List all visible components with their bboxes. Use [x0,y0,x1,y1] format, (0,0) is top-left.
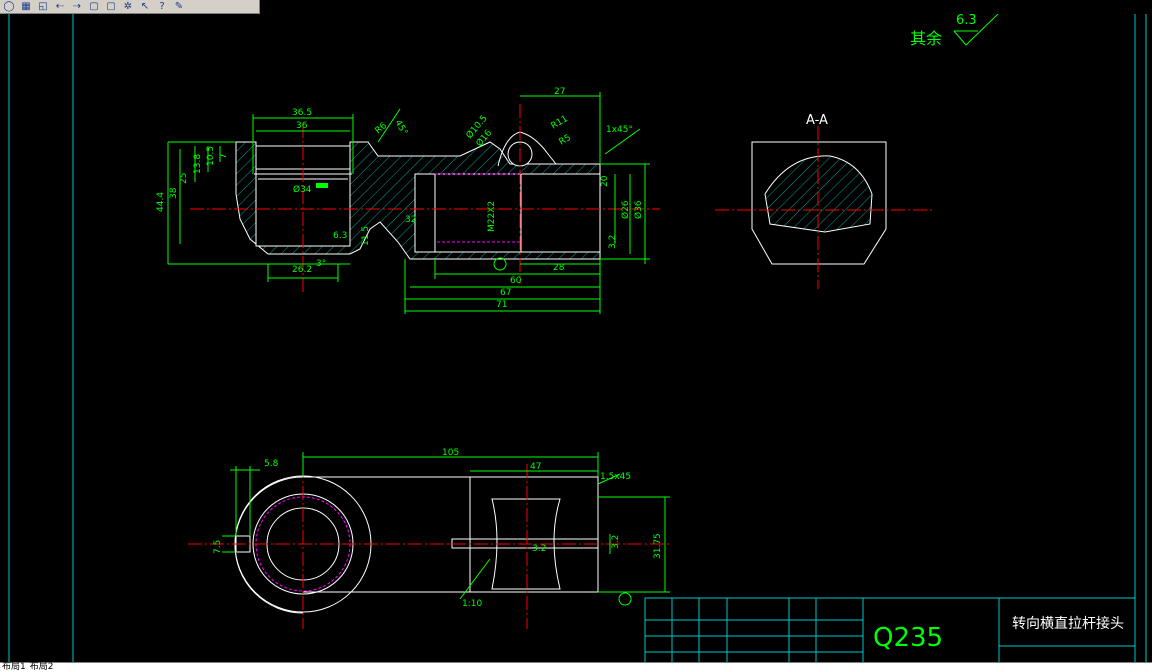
dim-d26: Ø26 [620,200,631,219]
window-icon[interactable]: ▢ [87,1,101,13]
dim-d34: Ø34 [293,184,312,195]
dim-28: 28 [553,263,565,273]
pan-right-icon[interactable]: ⇢ [70,1,84,13]
roughness-note: 其余 6.3 [910,14,999,48]
dim-47: 47 [530,462,541,472]
dim-44-4: 44.4 [156,192,166,212]
pointer-icon[interactable]: ↖ [138,1,152,13]
layout-tabs-bar: 布局1 布局2 [0,662,1152,672]
dim-36: 36 [296,121,308,131]
drawing-canvas[interactable]: 其余 6.3 36.5 36 R6 45° Ø10.5 Ø16 R11 R5 2… [0,14,1152,662]
pan-left-icon[interactable]: ⇠ [53,1,67,13]
dim-r5: R5 [558,133,573,148]
drawing-frame [8,14,1147,662]
dim-5-8: 5.8 [264,459,279,469]
material-text: Q235 [873,623,943,653]
slope-1-10: 1:10 [462,599,482,609]
dim-36-5: 36.5 [292,108,312,118]
dim-11-5: 11.5 [361,226,371,246]
dim-r11: R11 [550,114,570,132]
dim-38: 38 [169,187,179,199]
dim-60: 60 [510,276,522,286]
cad-toolbar: ◯ ▦ ◱ ⇠ ⇢ ▢ ▢ ✲ ↖? ✎ [0,0,260,14]
dim-1x45: 1x45° [606,125,633,135]
tab-layout1[interactable]: 布局1 [0,663,28,672]
tab-layout2[interactable]: 布局2 [28,663,56,672]
cad-drawing: 其余 6.3 36.5 36 R6 45° Ø10.5 Ø16 R11 R5 2… [8,14,1147,662]
dim-27: 27 [554,87,565,97]
dim-m22: M22X2 [487,201,497,232]
section-label: A-A [806,113,828,128]
dim-10-5: 10.5 [206,146,216,166]
dim-13-8: 13.8 [193,154,203,174]
dim-105: 105 [442,448,459,458]
dim-45deg: 45° [392,119,409,138]
ra-6-3: 6.3 [333,231,347,241]
dim-20: 20 [600,175,610,187]
top-view: 105 5.8 47 1.5x45 7.5 31.75 3.2 3.2 1:10 [188,448,670,629]
dim-r6: R6 [374,121,390,137]
dim-d36: Ø36 [633,200,644,219]
grid-icon[interactable]: ▦ [19,1,33,13]
dim-7: 7 [219,153,229,159]
dim-25: 25 [179,173,189,184]
tool-icon[interactable]: ✎ [172,1,186,13]
part-name-text: 转向横直拉杆接头 [1012,615,1124,632]
help-icon[interactable]: ? [155,1,169,13]
dim-1-5x45: 1.5x45 [600,472,631,482]
window2-icon[interactable]: ▢ [104,1,118,13]
roughness-value-text: 6.3 [956,14,977,28]
section-a-a-view: A-A [715,113,935,289]
dim-26-2: 26.2 [292,265,312,275]
zoom-icon[interactable]: ◱ [36,1,50,13]
ra-top: 3.2 [532,544,546,554]
redraw-icon[interactable]: ◯ [2,1,16,13]
dim-32: 32 [405,215,416,225]
dim-7-5: 7.5 [213,540,223,554]
dim-top-3-2: 3.2 [611,535,621,549]
dim-71: 71 [496,300,507,310]
dim-3-2: 3.2 [608,235,618,249]
dim-31-75: 31.75 [653,533,663,559]
front-section-view: 36.5 36 R6 45° Ø10.5 Ø16 R11 R5 27 1x45°… [156,87,660,314]
roughness-other-text: 其余 [910,29,942,48]
dim-3deg: 3° [316,259,326,269]
explode-icon[interactable]: ✲ [121,1,135,13]
dim-67: 67 [500,288,511,298]
